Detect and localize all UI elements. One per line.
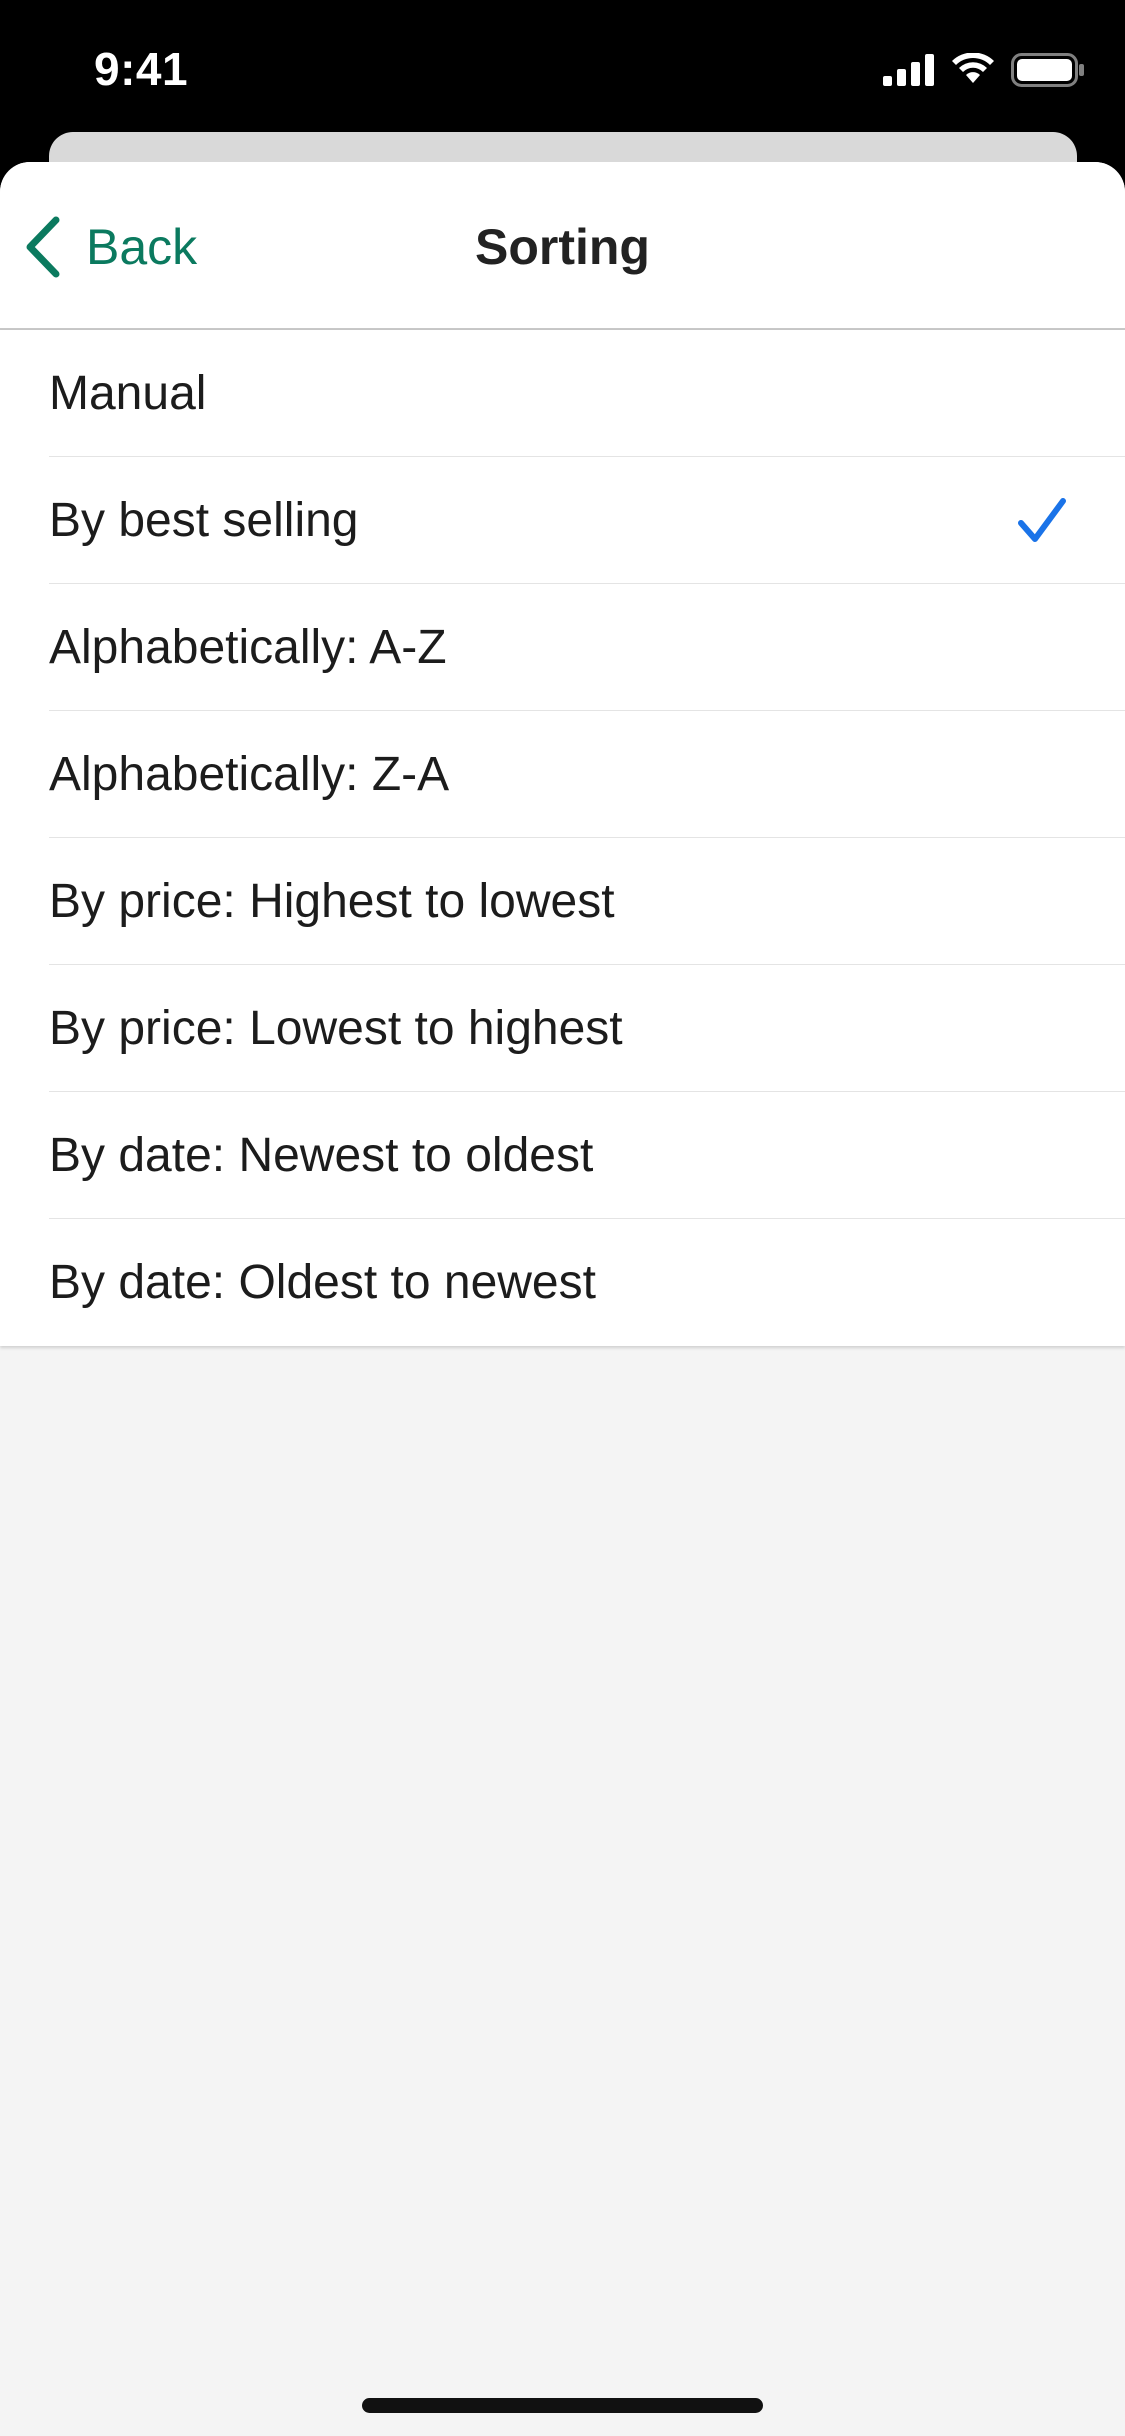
status-bar: 9:41 — [0, 0, 1125, 140]
sort-option-alpha-az[interactable]: Alphabetically: A-Z — [49, 584, 1125, 711]
checkmark-icon — [1018, 498, 1066, 542]
sort-option-price-high-low[interactable]: By price: Highest to lowest — [49, 838, 1125, 965]
sort-option-date-new-old[interactable]: By date: Newest to oldest — [49, 1092, 1125, 1219]
navigation-bar: Back Sorting — [0, 162, 1125, 330]
wifi-icon — [952, 53, 994, 83]
option-label: Alphabetically: A-Z — [49, 620, 447, 674]
status-icons — [883, 50, 1085, 90]
battery-icon — [1011, 53, 1084, 87]
page-title: Sorting — [475, 219, 650, 275]
option-label: By price: Lowest to highest — [49, 1001, 623, 1055]
home-indicator[interactable] — [362, 2398, 763, 2413]
sort-option-manual[interactable]: Manual — [49, 330, 1125, 457]
option-label: By best selling — [49, 493, 359, 547]
option-label: By price: Highest to lowest — [49, 874, 615, 928]
option-label: Alphabetically: Z-A — [49, 747, 450, 801]
sort-options-list: Manual By best selling Alphabetically: A… — [0, 330, 1125, 1346]
sorting-sheet: Back Sorting Manual By best selling Alph… — [0, 162, 1125, 2436]
option-label: By date: Oldest to newest — [49, 1256, 596, 1309]
option-label: Manual — [49, 366, 207, 420]
option-label: By date: Newest to oldest — [49, 1128, 594, 1182]
signal-icon — [883, 54, 934, 86]
sort-option-price-low-high[interactable]: By price: Lowest to highest — [49, 965, 1125, 1092]
sort-option-date-old-new[interactable]: By date: Oldest to newest — [49, 1219, 1125, 1346]
sort-option-alpha-za[interactable]: Alphabetically: Z-A — [49, 711, 1125, 838]
sort-option-best-selling[interactable]: By best selling — [49, 457, 1125, 584]
status-time: 9:41 — [94, 43, 189, 95]
